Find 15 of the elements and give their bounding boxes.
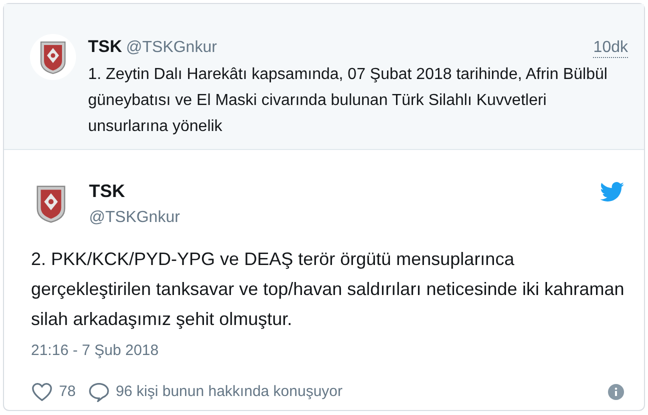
author-name: TSK xyxy=(88,36,122,58)
author-name: TSK xyxy=(89,180,126,202)
speech-bubble-icon[interactable] xyxy=(88,382,110,402)
info-icon[interactable] xyxy=(608,384,624,400)
tweet-timestamp[interactable]: 21:16 - 7 Şub 2018 xyxy=(31,340,624,362)
tweet-time[interactable]: 10dk xyxy=(593,39,628,58)
heart-icon[interactable] xyxy=(31,382,53,402)
tweet-text: 2. PKK/KCK/PYD-YPG ve DEAŞ terör örgütü mensuplarınca gerçekleştirilen tanksavar ve top/havan saldırıları neticesinde iki kahraman silah arkadaşımız şehit olmuştur. xyxy=(31,248,626,331)
quoted-tweet-text: 1. Zeytin Dalı Harekâtı kapsamında, 07 Şubat 2018 tarihinde, Afrin Bülbül güneybatısı ve El Maski civarında bulunan Türk Silahlı Kuvvetleri unsurlarına yönelik xyxy=(88,65,608,137)
bird-icon[interactable] xyxy=(600,182,624,202)
replies-link[interactable]: 96 kişi bunun hakkında konuşuyor xyxy=(116,380,343,403)
emblem-icon xyxy=(38,39,68,75)
like-count: 78 xyxy=(59,382,76,402)
author-handle: @TSKGnkur xyxy=(126,38,217,58)
author-handle: @TSKGnkur xyxy=(89,208,180,228)
